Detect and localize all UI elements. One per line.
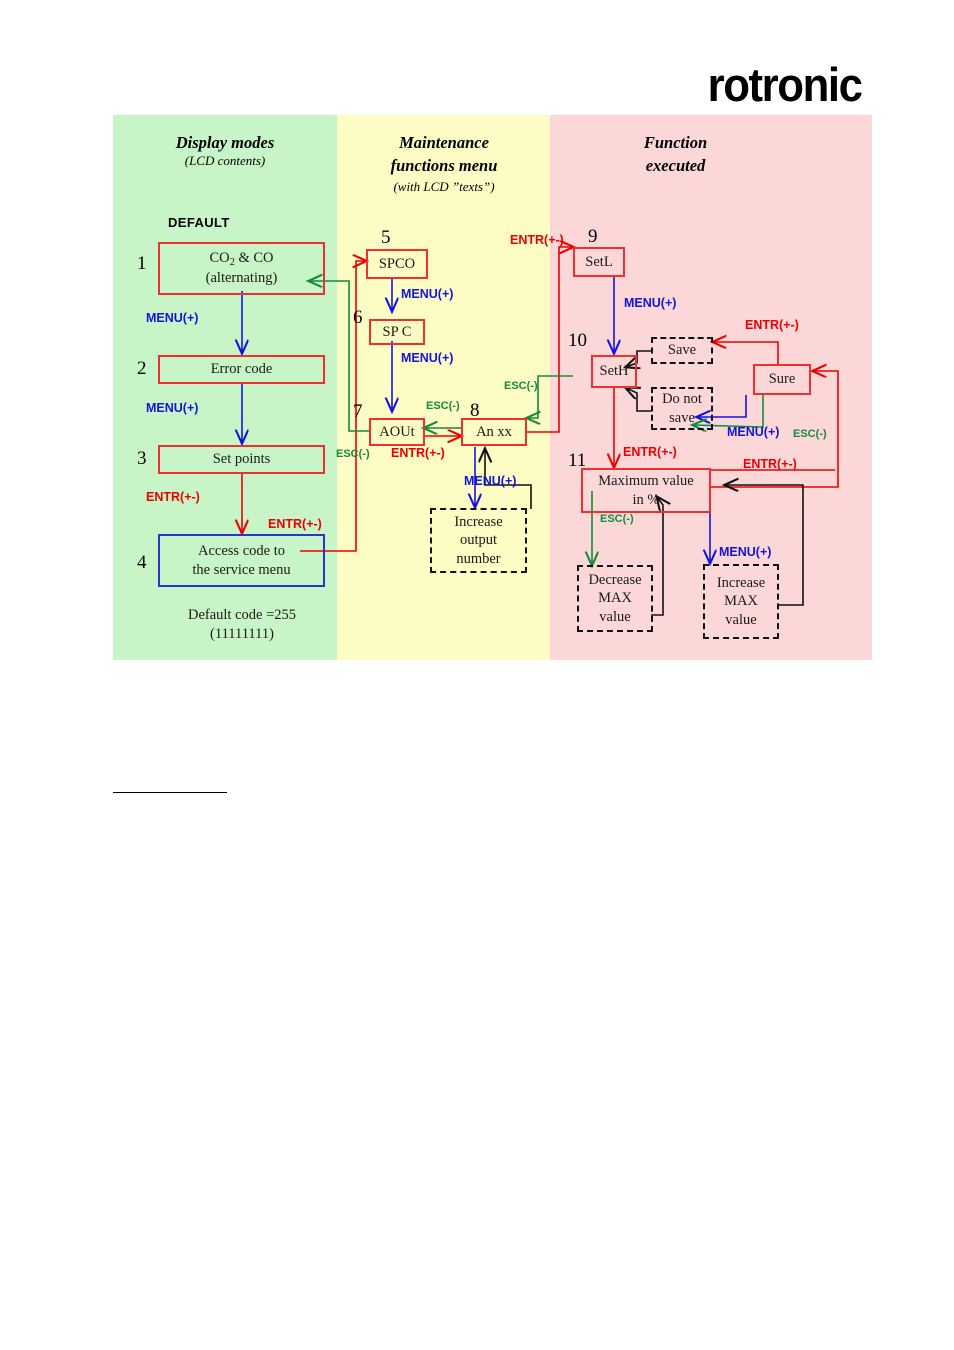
edge-label-entr-3-4: ENTR(+-) xyxy=(146,490,200,504)
node-sp-c[interactable]: SP C xyxy=(369,319,425,345)
edge-label-menu-sure-donotsave: MENU(+) xyxy=(727,425,780,439)
node-number-6: 6 xyxy=(353,307,363,328)
edge-label-menu-setl-seth: MENU(+) xyxy=(624,296,677,310)
node-number-4: 4 xyxy=(137,552,147,573)
node-an-xx[interactable]: An xx xyxy=(461,418,527,446)
column-title-function: Function executed xyxy=(643,133,708,176)
edge-label-entr-7-8: ENTR(+-) xyxy=(391,446,445,460)
node-maximum-value[interactable]: Maximum value in % xyxy=(581,468,711,513)
node-label: SetL xyxy=(585,253,613,270)
edge-label-esc-sure-donotsave: ESC(-) xyxy=(793,428,827,440)
node-label: Access code to the service menu xyxy=(192,543,291,578)
node-label: Save xyxy=(667,342,697,359)
node-label: Increase MAX value xyxy=(716,575,766,628)
column-subtitle-maintenance: (with LCD ”texts”) xyxy=(393,179,495,194)
default-tag: DEFAULT xyxy=(168,215,230,230)
logo-text: rotronic xyxy=(708,57,863,111)
edge-label-esc-max-decrease: ESC(-) xyxy=(600,513,634,525)
node-increase-output-number[interactable]: Increase output number xyxy=(430,508,527,573)
node-number-7: 7 xyxy=(353,401,363,422)
node-error-code[interactable]: Error code xyxy=(158,355,325,384)
column-title-display-modes: Display modes xyxy=(175,133,275,152)
edge-label-entr-8-setl: ENTR(+-) xyxy=(510,233,564,247)
footnote-separator xyxy=(113,792,227,793)
edge-label-menu-max-increase: MENU(+) xyxy=(719,545,772,559)
node-number-2: 2 xyxy=(137,358,147,379)
node-label: Increase output number xyxy=(454,514,503,567)
node-label: An xx xyxy=(476,423,512,440)
column-subtitle-display-modes: (LCD contents) xyxy=(184,153,266,168)
node-label: SetH xyxy=(599,363,629,380)
node-label: Maximum value in % xyxy=(598,473,694,508)
node-number-1: 1 xyxy=(137,253,147,274)
node-setl[interactable]: SetL xyxy=(573,247,625,277)
edge-label-menu-6-7: MENU(+) xyxy=(401,351,454,365)
node-number-9: 9 xyxy=(588,226,598,247)
node-number-5: 5 xyxy=(381,227,391,248)
edge-label-menu-5-6: MENU(+) xyxy=(401,287,454,301)
edge-label-entr-4-spco: ENTR(+-) xyxy=(268,517,322,531)
edge-label-esc-8-7: ESC(-) xyxy=(426,400,460,412)
rotronic-logo: rotronic xyxy=(672,57,863,111)
node-label: Sure xyxy=(768,371,796,388)
node-label: SPCO xyxy=(378,255,416,272)
node-label: AOUt xyxy=(379,423,415,440)
node-access-code[interactable]: Access code to the service menu xyxy=(158,534,325,587)
flowchart-diagram: Display modes (LCD contents) Maintenance… xyxy=(113,115,872,660)
edge-label-esc-7-1: ESC(-) xyxy=(336,448,370,460)
default-code-note: Default code =255 (11111111) xyxy=(187,607,297,642)
edge-label-entr-sure-save: ENTR(+-) xyxy=(745,318,799,332)
node-co2-and-co[interactable]: CO2 & CO (alternating) xyxy=(158,242,325,295)
node-label: CO2 & CO (alternating) xyxy=(205,250,278,287)
edge-label-esc-seth-8: ESC(-) xyxy=(504,380,538,392)
edge-label-menu-8-increase: MENU(+) xyxy=(464,474,517,488)
node-increase-max-value[interactable]: Increase MAX value xyxy=(703,564,779,639)
edge-label-entr-seth-max: ENTR(+-) xyxy=(623,445,677,459)
node-number-10: 10 xyxy=(568,330,587,351)
node-label: Set points xyxy=(212,451,271,468)
node-seth[interactable]: SetH xyxy=(591,355,637,388)
node-label: Error code xyxy=(210,361,273,378)
edge-label-entr-max-sure: ENTR(+-) xyxy=(743,457,797,471)
node-aout[interactable]: AOUt xyxy=(369,418,425,446)
node-decrease-max-value[interactable]: Decrease MAX value xyxy=(577,565,653,632)
node-label: Decrease MAX value xyxy=(588,572,642,625)
node-label: Do not save xyxy=(662,391,702,426)
column-title-maintenance: Maintenance functions menu xyxy=(390,133,498,176)
node-sure[interactable]: Sure xyxy=(753,364,811,395)
node-save[interactable]: Save xyxy=(651,337,713,364)
node-do-not-save[interactable]: Do not save xyxy=(651,387,713,430)
node-set-points[interactable]: Set points xyxy=(158,445,325,474)
edge-label-menu-2-3: MENU(+) xyxy=(146,401,199,415)
node-spco[interactable]: SPCO xyxy=(366,249,428,279)
node-number-3: 3 xyxy=(137,448,147,469)
edge-label-menu-1-2: MENU(+) xyxy=(146,311,199,325)
node-label: SP C xyxy=(382,323,412,340)
